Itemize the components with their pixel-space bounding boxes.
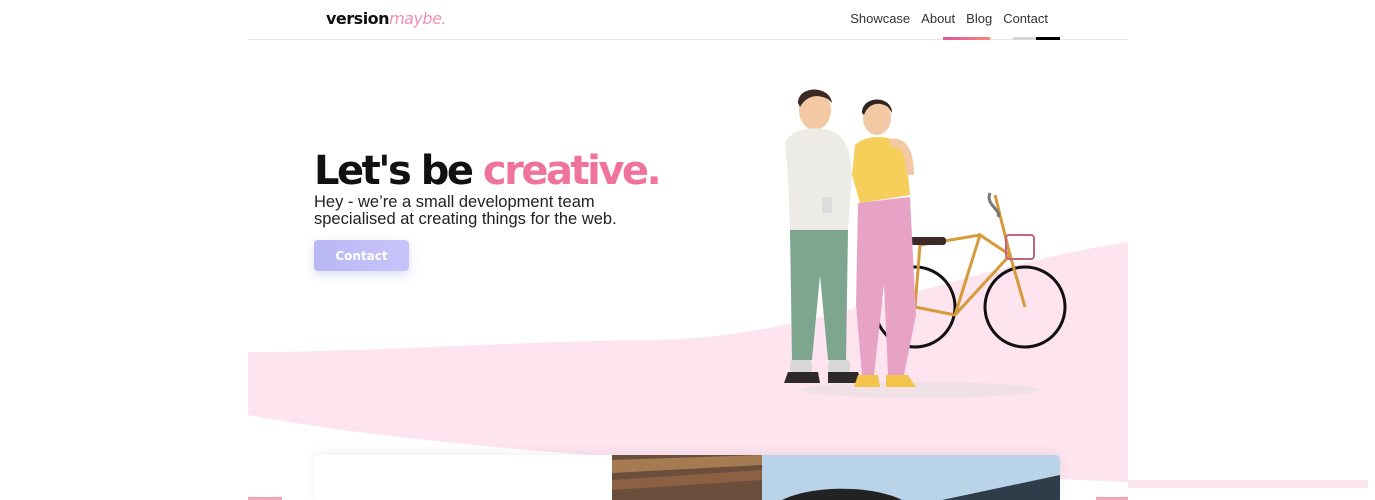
nav-about[interactable]: About xyxy=(921,11,955,26)
showcase-card[interactable] xyxy=(314,455,1060,500)
logo[interactable]: versionmaybe. xyxy=(326,9,447,28)
nav-blog[interactable]: Blog xyxy=(966,11,992,26)
hero-subtitle: Hey - we’re a small development team spe… xyxy=(314,194,694,228)
nav-indicator-pink xyxy=(943,37,990,40)
hero-title-accent: creative. xyxy=(482,148,662,194)
nav-indicator-grey xyxy=(1013,37,1036,40)
hero-subtitle-line-1: Hey - we’re a small development team xyxy=(314,193,595,211)
nav-indicator-black xyxy=(1036,37,1060,40)
hero-title-main: Let's be xyxy=(314,148,474,194)
main-nav: Showcase About Blog Contact xyxy=(850,11,1048,26)
hero-title: Let's be creative. xyxy=(314,148,662,194)
nav-contact[interactable]: Contact xyxy=(1003,11,1048,26)
hero-subtitle-line-2: specialised at creating things for the w… xyxy=(314,210,617,228)
woman-illustration xyxy=(852,99,916,387)
logo-accent-text: maybe. xyxy=(389,9,447,28)
nav-showcase[interactable]: Showcase xyxy=(850,11,910,26)
showcase-card-image xyxy=(612,455,1060,500)
man-illustration xyxy=(784,89,862,383)
hero-illustration xyxy=(770,85,1090,405)
side-strip xyxy=(1128,480,1368,488)
site-header: versionmaybe. Showcase About Blog Contac… xyxy=(248,0,1128,40)
contact-button[interactable]: Contact xyxy=(314,240,409,271)
logo-main-text: version xyxy=(326,9,390,28)
